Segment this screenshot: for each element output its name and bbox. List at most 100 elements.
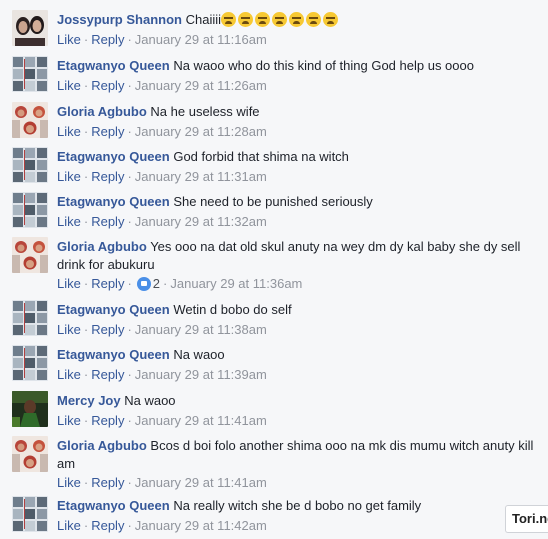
avatar-gloria[interactable] [12, 436, 48, 472]
comment-text: Na waoo [124, 393, 176, 408]
site-watermark: Tori.ng [505, 505, 548, 533]
like-link[interactable]: Like [57, 276, 81, 291]
comment-body: Gloria Agbubo Bcos d boi folo another sh… [57, 437, 542, 473]
comment-text: Na waoo [173, 347, 225, 362]
comment-text: She need to be punished seriously [173, 194, 373, 209]
comment-timestamp[interactable]: January 29 at 11:16am [135, 32, 267, 47]
reply-link[interactable]: Reply [91, 214, 124, 229]
comment-author-link[interactable]: Etagwanyo Queen [57, 302, 170, 317]
separator-dot: · [83, 214, 89, 229]
avatar-etagwanyo[interactable] [12, 496, 48, 532]
comment-author-link[interactable]: Etagwanyo Queen [57, 194, 170, 209]
comment-actions: Like · Reply · January 29 at 11:32am [57, 213, 267, 231]
comment-actions: Like · Reply · January 29 at 11:26am [57, 77, 267, 95]
separator-dot: · [83, 169, 89, 184]
like-link[interactable]: Like [57, 214, 81, 229]
avatar-etagwanyo[interactable] [12, 56, 48, 92]
like-link[interactable]: Like [57, 475, 81, 490]
comment-timestamp[interactable]: January 29 at 11:38am [135, 322, 267, 337]
loudly-crying-face-icon [272, 12, 287, 27]
comment-author-link[interactable]: Gloria Agbubo [57, 438, 147, 453]
reaction-count[interactable]: 2 [151, 276, 160, 291]
comment-author-link[interactable]: Etagwanyo Queen [57, 149, 170, 164]
reply-link[interactable]: Reply [91, 276, 124, 291]
comment-author-link[interactable]: Gloria Agbubo [57, 104, 147, 119]
separator-dot: · [127, 276, 132, 291]
reply-link[interactable]: Reply [91, 78, 124, 93]
comment-body: Jossypurp Shannon Chaiiii [57, 11, 542, 29]
avatar-etagwanyo[interactable] [12, 192, 48, 228]
reply-link[interactable]: Reply [91, 518, 124, 533]
comment-author-link[interactable]: Etagwanyo Queen [57, 347, 170, 362]
comment-author-link[interactable]: Etagwanyo Queen [57, 58, 170, 73]
loudly-crying-face-icon [221, 12, 236, 27]
separator-dot: · [163, 276, 168, 291]
separator-dot: · [83, 32, 89, 47]
reply-link[interactable]: Reply [91, 475, 124, 490]
loudly-crying-face-icon [306, 12, 321, 27]
like-link[interactable]: Like [57, 518, 81, 533]
separator-dot: · [127, 124, 132, 139]
comment-author-link[interactable]: Mercy Joy [57, 393, 121, 408]
separator-dot: · [83, 367, 89, 382]
loudly-crying-face-icon [289, 12, 304, 27]
comment-text: Na waoo who do this kind of thing God he… [173, 58, 474, 73]
comment-body: Mercy Joy Na waoo [57, 392, 542, 410]
reply-link[interactable]: Reply [91, 124, 124, 139]
like-link[interactable]: Like [57, 322, 81, 337]
comment-timestamp[interactable]: January 29 at 11:31am [135, 169, 267, 184]
comment-body: Etagwanyo Queen She need to be punished … [57, 193, 542, 211]
comment-timestamp[interactable]: January 29 at 11:36am [170, 276, 302, 291]
reply-link[interactable]: Reply [91, 367, 124, 382]
comment-actions: Like · Reply · January 29 at 11:41am [57, 474, 267, 492]
reply-link[interactable]: Reply [91, 413, 124, 428]
loudly-crying-face-icon [323, 12, 338, 27]
comment-timestamp[interactable]: January 29 at 11:41am [135, 413, 267, 428]
avatar-etagwanyo[interactable] [12, 147, 48, 183]
avatar-gloria[interactable] [12, 102, 48, 138]
avatar-etagwanyo[interactable] [12, 300, 48, 336]
comment-actions: Like · Reply · January 29 at 11:16am [57, 31, 267, 49]
comment-timestamp[interactable]: January 29 at 11:32am [135, 214, 267, 229]
avatar-etagwanyo[interactable] [12, 345, 48, 381]
comment-actions: Like · Reply · January 29 at 11:41am [57, 412, 267, 430]
comment-author-link[interactable]: Jossypurp Shannon [57, 12, 182, 27]
avatar-jossypurp[interactable] [12, 10, 48, 46]
reply-link[interactable]: Reply [91, 322, 124, 337]
avatar-gloria[interactable] [12, 237, 48, 273]
like-reaction-icon[interactable] [136, 277, 151, 291]
comment-actions: Like · Reply · January 29 at 11:28am [57, 123, 267, 141]
comment-body: Etagwanyo Queen God forbid that shima na… [57, 148, 542, 166]
comment-timestamp[interactable]: January 29 at 11:26am [135, 78, 267, 93]
comment-timestamp[interactable]: January 29 at 11:28am [135, 124, 267, 139]
like-link[interactable]: Like [57, 78, 81, 93]
comment-actions: Like · Reply · January 29 at 11:38am [57, 321, 267, 339]
like-link[interactable]: Like [57, 169, 81, 184]
comment-body: Etagwanyo Queen Na waoo [57, 346, 542, 364]
like-link[interactable]: Like [57, 124, 81, 139]
reply-link[interactable]: Reply [91, 32, 124, 47]
separator-dot: · [127, 169, 132, 184]
separator-dot: · [83, 413, 89, 428]
separator-dot: · [127, 518, 132, 533]
like-link[interactable]: Like [57, 367, 81, 382]
comment-text: Wetin d bobo do self [173, 302, 292, 317]
separator-dot: · [127, 413, 132, 428]
separator-dot: · [127, 32, 132, 47]
comment-author-link[interactable]: Etagwanyo Queen [57, 498, 170, 513]
separator-dot: · [83, 475, 89, 490]
comment-body: Etagwanyo Queen Wetin d bobo do self [57, 301, 542, 319]
comment-actions: Like · Reply · January 29 at 11:39am [57, 366, 267, 384]
like-link[interactable]: Like [57, 413, 81, 428]
like-link[interactable]: Like [57, 32, 81, 47]
separator-dot: · [127, 322, 132, 337]
comment-timestamp[interactable]: January 29 at 11:39am [135, 367, 267, 382]
comment-timestamp[interactable]: January 29 at 11:42am [135, 518, 267, 533]
avatar-mercy[interactable] [12, 391, 48, 427]
comment-text: God forbid that shima na witch [173, 149, 349, 164]
comment-timestamp[interactable]: January 29 at 11:41am [135, 475, 267, 490]
comment-body: Gloria Agbubo Yes ooo na dat old skul an… [57, 238, 542, 274]
reply-link[interactable]: Reply [91, 169, 124, 184]
separator-dot: · [127, 367, 132, 382]
comment-author-link[interactable]: Gloria Agbubo [57, 239, 147, 254]
